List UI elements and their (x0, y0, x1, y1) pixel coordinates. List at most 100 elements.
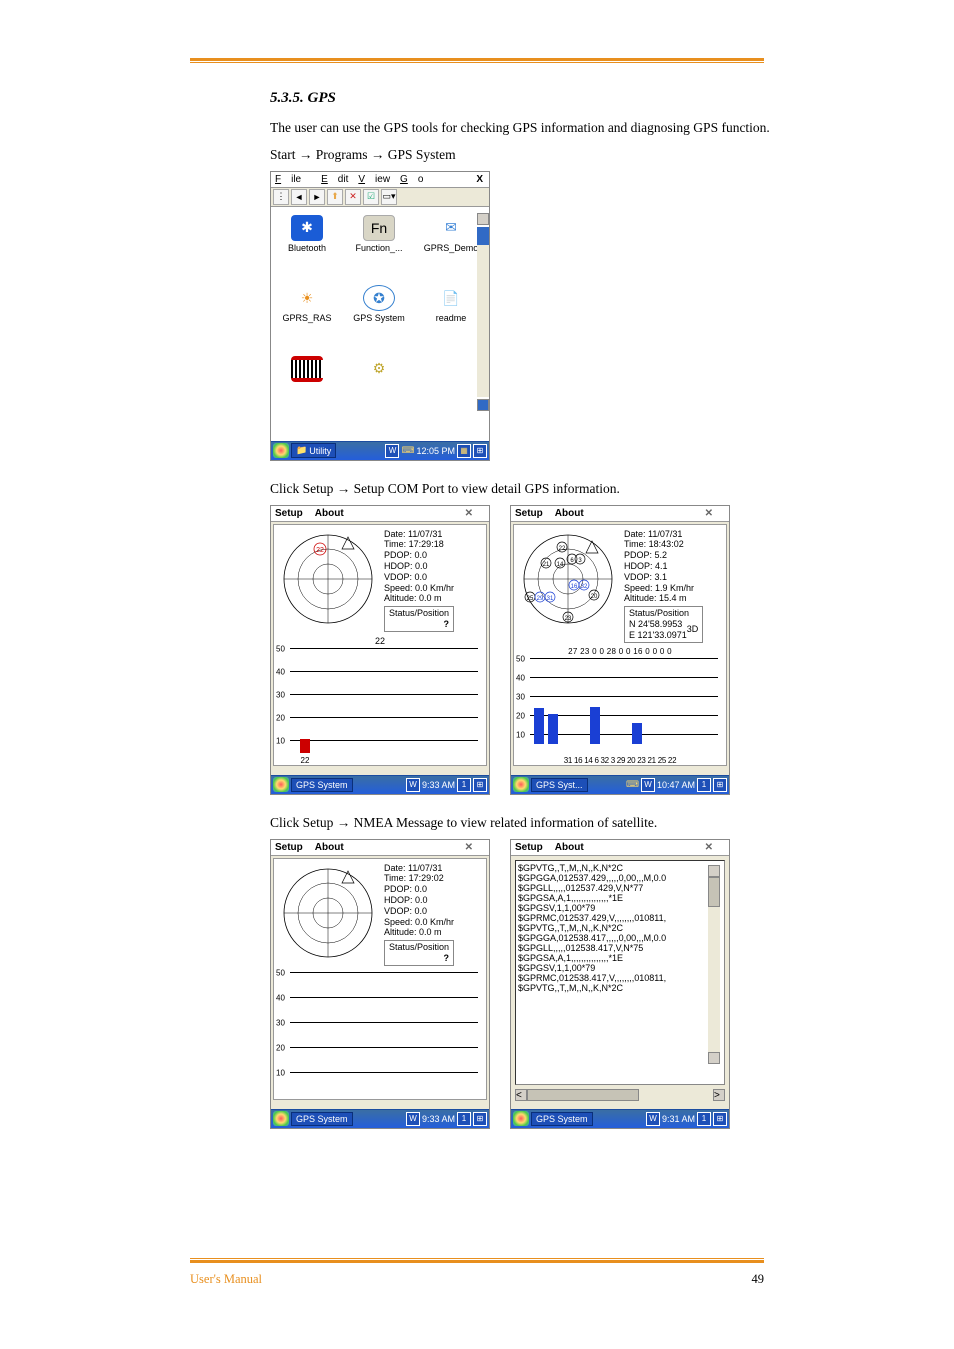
file-gprs-ras[interactable]: ☀ GPRS_RAS (279, 285, 335, 348)
taskbar-app[interactable]: GPS System (291, 778, 353, 792)
status-lon: E 121'33.0971 (629, 630, 687, 641)
scroll-down-icon[interactable] (477, 399, 489, 411)
menu-view[interactable]: View (358, 174, 390, 185)
num-icon[interactable]: 1 (697, 778, 711, 792)
keyboard-icon[interactable]: ⌨ (626, 779, 639, 790)
fix-mode: 3D (687, 624, 699, 635)
start-button[interactable] (513, 1111, 529, 1126)
back-button[interactable]: ◄ (291, 189, 307, 205)
ime-icon[interactable]: W (641, 778, 655, 792)
system-tray: W 9:33 AM 1 ⊞ (406, 1112, 487, 1126)
ime-icon[interactable]: W (406, 778, 420, 792)
keyboard-icon[interactable]: ⌨ (401, 445, 414, 456)
status-position-frame: Status/Position N 24'58.9953 E 121'33.09… (624, 606, 703, 642)
menu-about[interactable]: About (315, 842, 344, 853)
scroll-up-icon[interactable] (477, 213, 489, 225)
horizontal-scrollbar[interactable]: < > (515, 1089, 725, 1101)
start-button[interactable] (273, 1111, 289, 1126)
ime-icon[interactable]: W (385, 444, 399, 458)
scroll-left-icon[interactable]: < (515, 1089, 527, 1101)
num-icon[interactable]: 1 (697, 1112, 711, 1126)
gps-menubar: Setup About ✕ (271, 840, 489, 856)
desktop-button[interactable]: ⊞ (473, 444, 487, 458)
sat-top-labels: 27 23 0 0 28 0 0 16 0 0 0 0 (514, 647, 726, 656)
ime-icon[interactable]: W (646, 1112, 660, 1126)
close-button[interactable]: ✕ (705, 842, 713, 853)
scroll-thumb[interactable] (527, 1089, 639, 1101)
view-mode-button[interactable]: ▭▾ (381, 189, 397, 205)
menu-setup[interactable]: Setup (515, 842, 543, 853)
desktop-button[interactable]: ⊞ (713, 1112, 727, 1126)
header-rule (190, 58, 764, 63)
menu-setup[interactable]: Setup (515, 508, 543, 519)
scroll-up-icon[interactable] (708, 865, 720, 877)
scroll-down-icon[interactable] (708, 1052, 720, 1064)
arrow-icon: → (299, 147, 313, 162)
taskbar-app[interactable]: GPS System (531, 1112, 593, 1126)
menu-setup[interactable]: Setup (275, 842, 303, 853)
file-gps-system[interactable]: ✪ GPS System (351, 285, 407, 348)
signal-bar-chart: 50 40 30 20 10 22 (290, 648, 478, 763)
taskbar-app[interactable]: GPS System (291, 1112, 353, 1126)
start-button[interactable] (273, 777, 289, 792)
arrow-icon: → (337, 481, 351, 496)
menu-about[interactable]: About (315, 508, 344, 519)
stat-hdop: HDOP: 4.1 (624, 561, 703, 572)
clock: 9:33 AM (422, 1114, 455, 1124)
num-icon[interactable]: 1 (457, 778, 471, 792)
desktop-button[interactable]: ⊞ (473, 778, 487, 792)
gps-main: 22 21 14 6 3 16 32 20 25 29 31 23 (513, 524, 727, 766)
tray-icon[interactable]: ▦ (457, 444, 471, 458)
vertical-scrollbar[interactable] (708, 865, 720, 1064)
satellite-radar: 22 (278, 529, 378, 629)
close-button[interactable]: ✕ (705, 508, 713, 519)
scroll-thumb[interactable] (477, 227, 489, 245)
close-button[interactable]: ✕ (465, 842, 473, 853)
svg-text:6: 6 (570, 558, 574, 564)
menu-setup[interactable]: Setup (275, 508, 303, 519)
num-icon[interactable]: 1 (457, 1112, 471, 1126)
forward-button[interactable]: ► (309, 189, 325, 205)
menu-file[interactable]: File (275, 174, 311, 185)
file-readme[interactable]: 📄 readme (423, 285, 479, 348)
gps-menubar: Setup About ✕ (511, 840, 729, 856)
menu-about[interactable]: About (555, 842, 584, 853)
gps-window-fix: Setup About ✕ 22 21 14 (510, 505, 730, 795)
file-bluetooth[interactable]: ✱ Bluetooth (279, 215, 335, 278)
nmea-line: $GPRMC,012537.429,V,,,,,,,,010811, (518, 913, 722, 923)
function-icon: Fn (363, 215, 395, 241)
menu-go[interactable]: Go (400, 174, 423, 185)
sat-top-labels: 22 (274, 636, 486, 646)
file-gprs-demo[interactable]: ✉ GPRS_Demo (423, 215, 479, 278)
vertical-scrollbar[interactable] (477, 227, 489, 397)
stat-speed: Speed: 0.0 Km/hr (384, 583, 454, 594)
stat-time: Time: 17:29:02 (384, 873, 454, 884)
desktop-button[interactable]: ⊞ (713, 778, 727, 792)
file-function[interactable]: Fn Function_... (351, 215, 407, 278)
delete-button[interactable]: ✕ (345, 189, 361, 205)
taskbar-title: GPS Syst... (536, 780, 583, 790)
start-button[interactable] (273, 443, 289, 458)
status-label: Status/Position (629, 608, 698, 619)
gps-icon: ✪ (363, 285, 395, 311)
menu-about[interactable]: About (555, 508, 584, 519)
props-button[interactable]: ☑ (363, 189, 379, 205)
file-barcode[interactable] (279, 356, 335, 409)
scroll-right-icon[interactable]: > (713, 1089, 725, 1101)
menu-edit[interactable]: Edit (321, 174, 348, 185)
ime-icon[interactable]: W (406, 1112, 420, 1126)
scroll-thumb[interactable] (708, 877, 720, 907)
barcode-icon (291, 356, 323, 382)
footer-title: User's Manual (190, 1272, 262, 1287)
svg-text:14: 14 (557, 562, 564, 568)
nmea-output[interactable]: $GPVTG,,T,,M,,N,,K,N*2C $GPGGA,012537.42… (515, 860, 725, 1085)
desktop-button[interactable]: ⊞ (473, 1112, 487, 1126)
taskbar-app[interactable]: 📁 Utility (291, 443, 336, 458)
close-button[interactable]: X (476, 174, 483, 185)
start-button[interactable] (513, 777, 529, 792)
up-button[interactable]: ⬆ (327, 189, 343, 205)
taskbar-app[interactable]: GPS Syst... (531, 778, 588, 792)
grip-handle[interactable]: ⋮ (273, 189, 289, 205)
file-settings[interactable]: ⚙ (351, 356, 407, 409)
close-button[interactable]: ✕ (465, 508, 473, 519)
